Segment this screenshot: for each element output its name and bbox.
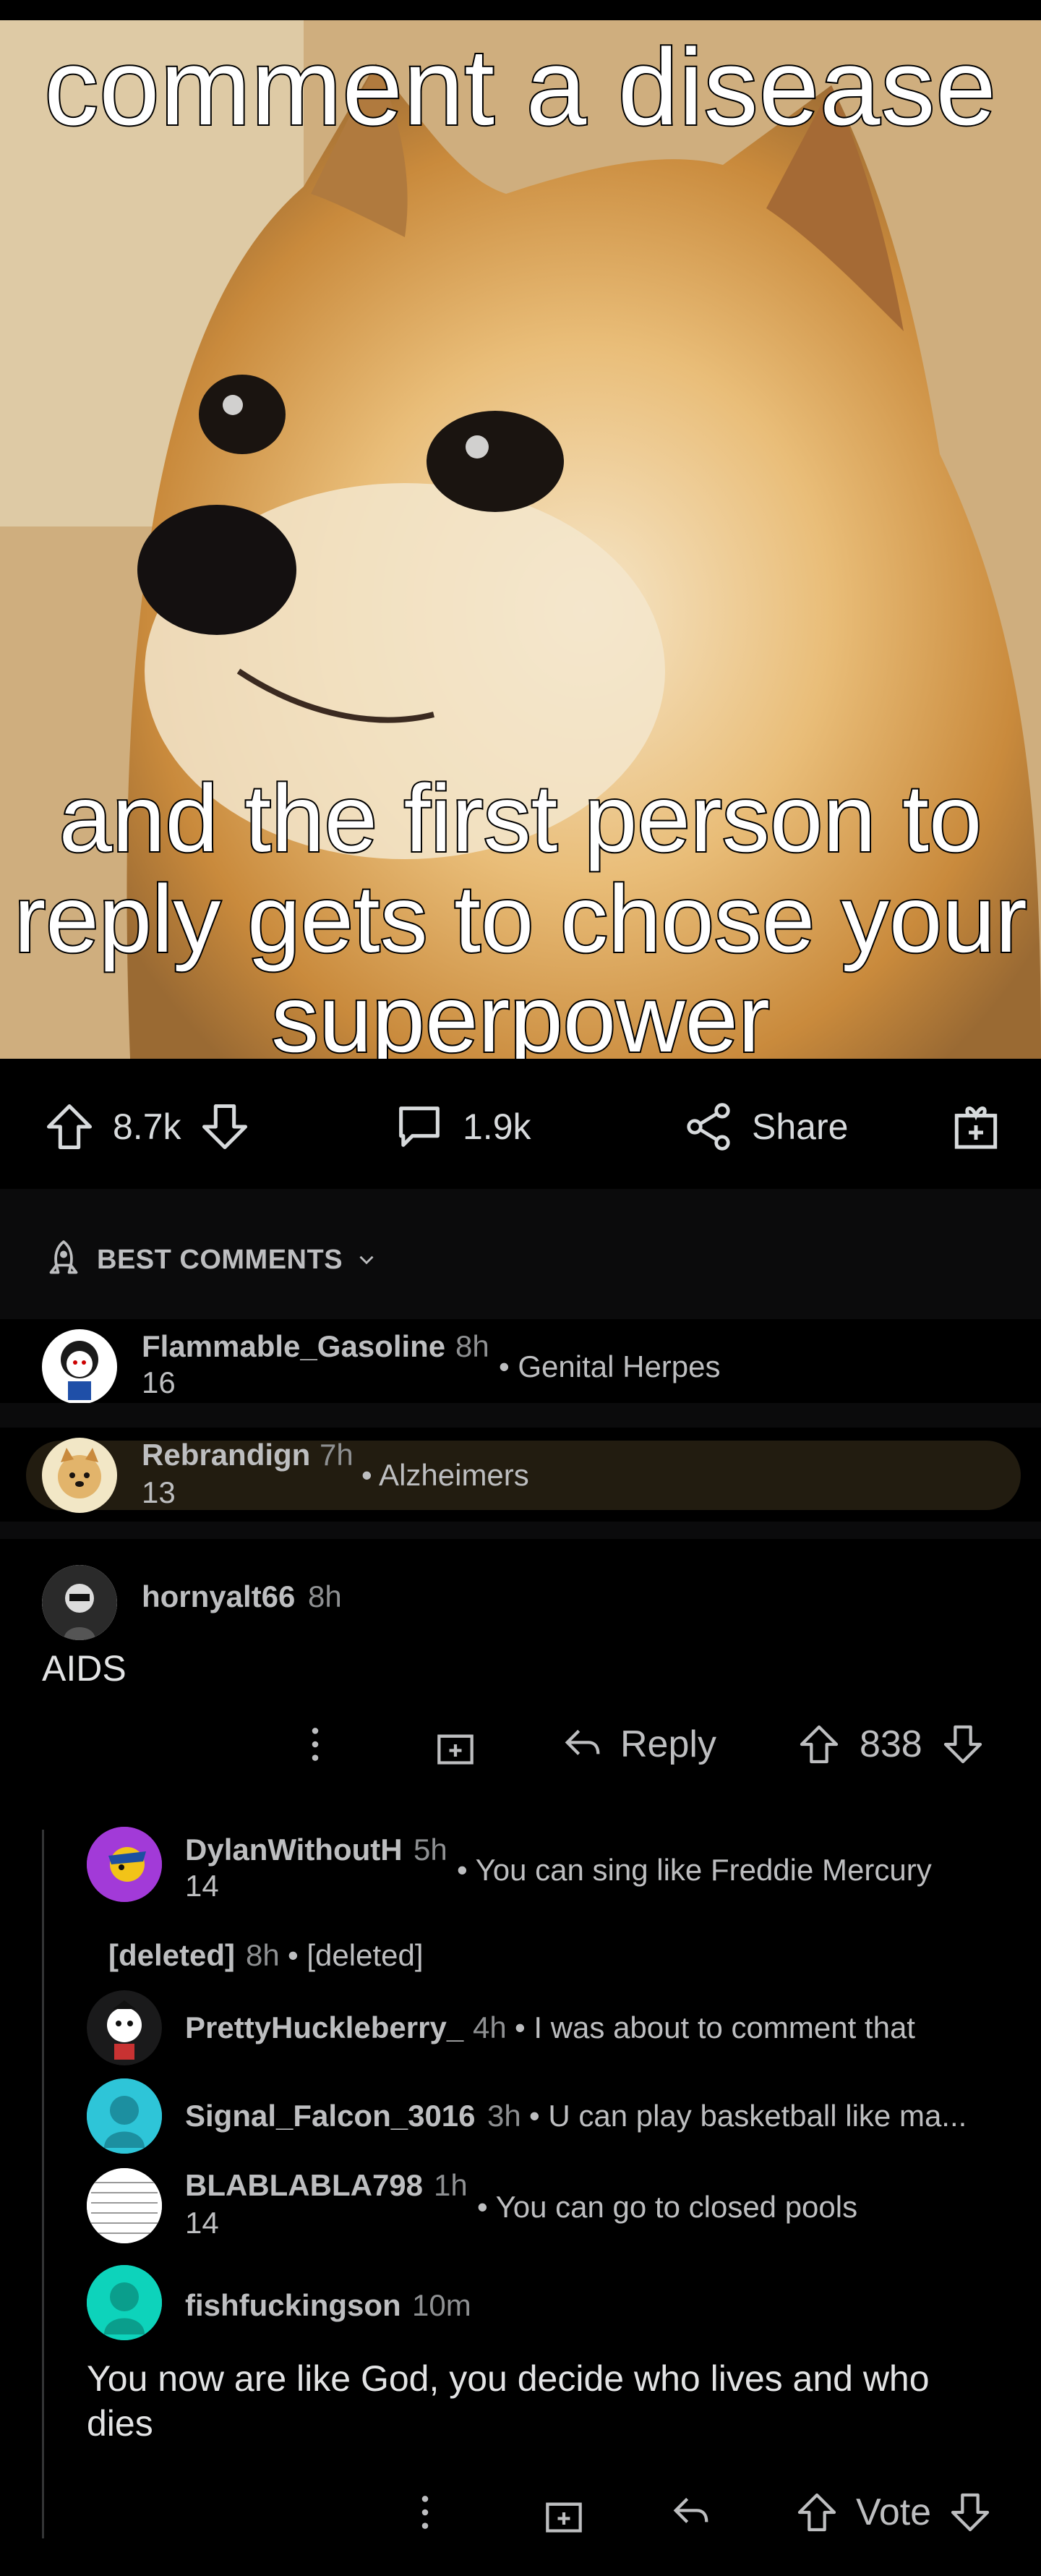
comment-score: 14: [185, 1869, 219, 1903]
gift-icon: [947, 1096, 1005, 1154]
collapsed-reply[interactable]: BLABLABLA798 1h 14 • You can go to close…: [0, 2161, 1041, 2256]
comment-username[interactable]: PrettyHuckleberry_: [185, 2010, 463, 2045]
avatar[interactable]: [42, 1329, 117, 1404]
collapsed-reply[interactable]: DylanWithoutH 5h 14 • You can sing like …: [0, 1814, 1041, 1912]
comment-snippet: • You can go to closed pools: [477, 2190, 858, 2224]
comment-count: 1.9k: [463, 1106, 531, 1147]
vote-group: 8.7k: [42, 1099, 252, 1154]
comment-bubble-icon: [392, 1099, 447, 1154]
comment-age: 7h: [320, 1438, 354, 1472]
reply-button[interactable]: Reply: [560, 1721, 716, 1767]
comment-age: 8h: [246, 1938, 280, 1972]
comment-actions: Vote: [402, 2488, 993, 2537]
sort-dropdown[interactable]: BEST COMMENTS: [42, 1238, 379, 1281]
comment-username[interactable]: Flammable_Gasoline: [142, 1329, 445, 1364]
collapsed-reply[interactable]: [deleted] 8h • [deleted]: [0, 1912, 1041, 1984]
sort-label: BEST COMMENTS: [97, 1244, 343, 1275]
divider: [0, 1403, 1041, 1428]
upvote-count: 8.7k: [113, 1106, 181, 1147]
comment-snippet: • You can sing like Freddie Mercury: [457, 1853, 932, 1887]
upvote-icon[interactable]: [42, 1099, 97, 1154]
comment-snippet: • [deleted]: [288, 1938, 424, 1972]
comment-age: 8h: [308, 1579, 342, 1613]
comment-score: 16: [142, 1365, 176, 1399]
comment-score: 14: [185, 2206, 219, 2240]
vote-label: Vote: [856, 2491, 932, 2533]
comment-score: 13: [142, 1475, 176, 1509]
collapsed-comment[interactable]: Rebrandign 7h 13 • Alzheimers: [0, 1428, 1041, 1522]
meme-top-caption: comment a disease: [43, 26, 998, 148]
downvote-icon[interactable]: [197, 1099, 252, 1154]
post-image[interactable]: comment a disease and the first person t…: [0, 20, 1041, 1059]
avatar[interactable]: [87, 2265, 162, 2340]
reply-arrow-icon[interactable]: [668, 2489, 714, 2536]
avatar[interactable]: [87, 2168, 162, 2243]
avatar[interactable]: [42, 1438, 117, 1513]
chevron-down-icon: [354, 1248, 379, 1272]
comment-username[interactable]: Signal_Falcon_3016: [185, 2099, 476, 2133]
comment-username[interactable]: Rebrandign: [142, 1438, 310, 1472]
comment-thread: hornyalt66 8h AIDS Reply 838: [0, 1539, 1041, 1814]
comment-username[interactable]: hornyalt66: [142, 1579, 295, 1614]
meme-bottom-caption: and the first person to reply gets to ch…: [12, 765, 1028, 1059]
comment-snippet: • Alzheimers: [361, 1458, 529, 1492]
avatar[interactable]: [87, 1827, 162, 1902]
comment-body: AIDS: [42, 1648, 127, 1689]
share-icon: [681, 1099, 736, 1154]
comments-button[interactable]: 1.9k: [392, 1099, 531, 1154]
upvote-icon[interactable]: [794, 2489, 840, 2536]
avatar[interactable]: [87, 2078, 162, 2154]
reply-arrow-icon: [560, 1721, 606, 1767]
avatar[interactable]: [87, 1990, 162, 2065]
more-options-icon[interactable]: [402, 2489, 448, 2536]
comment-username[interactable]: DylanWithoutH: [185, 1833, 403, 1867]
avatar[interactable]: [42, 1565, 117, 1640]
more-options-icon[interactable]: [292, 1721, 338, 1767]
reply-comment: fishfuckingson 10m You now are like God,…: [0, 2256, 1041, 2560]
downvote-icon[interactable]: [947, 2489, 993, 2536]
share-label: Share: [752, 1106, 849, 1147]
post-action-bar: 8.7k 1.9k Share: [0, 1059, 1041, 1189]
award-button[interactable]: [947, 1096, 1005, 1154]
downvote-icon[interactable]: [940, 1721, 986, 1767]
collapsed-reply[interactable]: Signal_Falcon_3016 3h • U can play baske…: [0, 2073, 1041, 2161]
comment-age: 4h: [473, 2010, 507, 2044]
comment-sort-section: BEST COMMENTS: [0, 1189, 1041, 1319]
comment-snippet: • U can play basketball like ma...: [529, 2099, 967, 2133]
comment-vote-count: 838: [859, 1723, 922, 1765]
reply-label: Reply: [620, 1723, 716, 1765]
collapsed-comment[interactable]: Flammable_Gasoline 8h 16 • Genital Herpe…: [0, 1319, 1041, 1404]
upvote-icon[interactable]: [796, 1721, 842, 1767]
comment-snippet: • I was about to comment that: [515, 2010, 915, 2044]
comment-age: 8h: [455, 1329, 489, 1363]
comment-username[interactable]: BLABLABLA798: [185, 2168, 423, 2203]
comment-username: [deleted]: [108, 1938, 236, 1972]
comment-age: 1h: [434, 2168, 468, 2202]
comment-age: 5h: [414, 1833, 447, 1867]
gift-icon[interactable]: [431, 1720, 480, 1769]
divider: [0, 1522, 1041, 1539]
collapsed-reply[interactable]: PrettyHuckleberry_ 4h • I was about to c…: [0, 1984, 1041, 2073]
share-button[interactable]: Share: [681, 1099, 848, 1154]
comment-snippet: • Genital Herpes: [499, 1349, 721, 1383]
comment-age: 3h: [487, 2099, 521, 2133]
comment-actions: Reply 838: [292, 1720, 986, 1769]
comment-age: 10m: [412, 2288, 471, 2322]
gift-icon[interactable]: [539, 2488, 588, 2537]
rocket-icon: [42, 1238, 85, 1281]
comment-username[interactable]: fishfuckingson: [185, 2288, 401, 2323]
comment-body: You now are like God, you decide who liv…: [87, 2358, 930, 2444]
